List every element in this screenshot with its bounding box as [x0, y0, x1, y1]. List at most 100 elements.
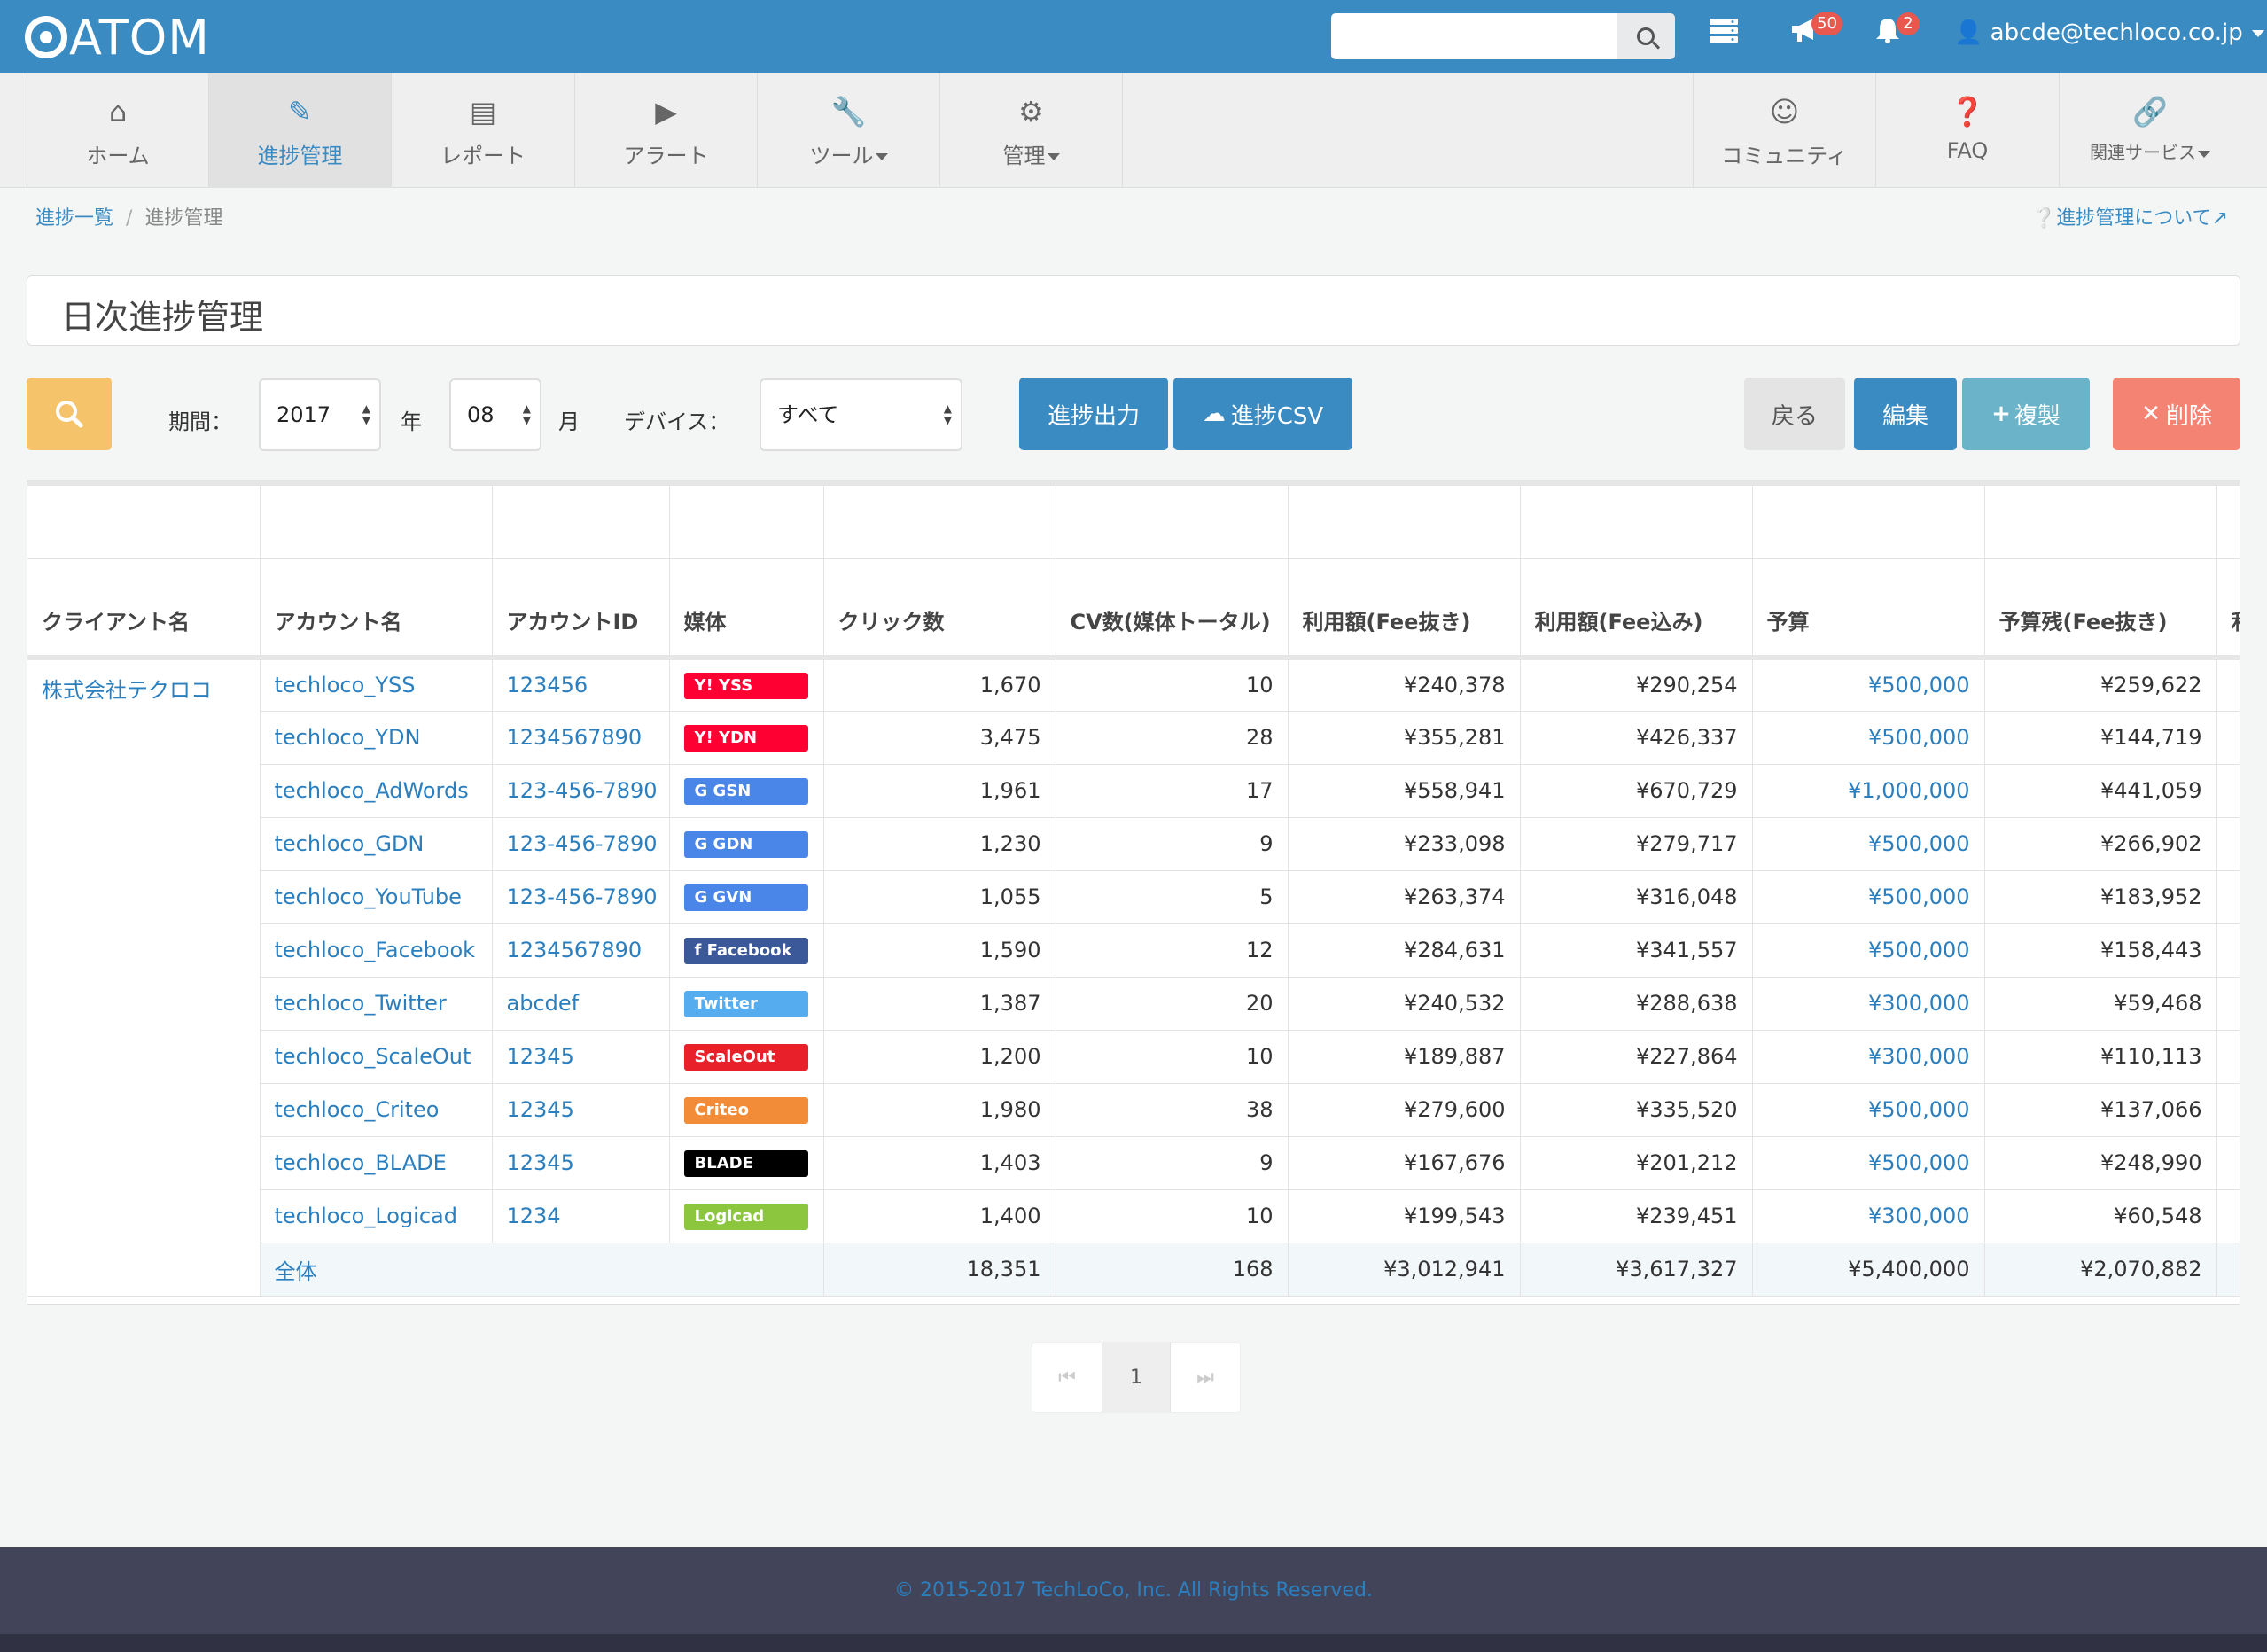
- account-name-link[interactable]: techloco_Facebook: [260, 923, 493, 978]
- budget-link[interactable]: ¥500,000: [1752, 1083, 1985, 1137]
- client-name-link[interactable]: 株式会社テクロコ: [27, 658, 261, 1297]
- nav-community[interactable]: ☺ コミュニティ: [1693, 73, 1875, 188]
- month-select[interactable]: 08 ▲ ▼: [449, 378, 541, 451]
- overflow-cell: [2216, 1083, 2240, 1137]
- budget-link[interactable]: ¥300,000: [1752, 1189, 1985, 1243]
- budget-link[interactable]: ¥500,000: [1752, 870, 1985, 924]
- clicks-cell: 1,400: [823, 1189, 1056, 1243]
- search-input[interactable]: [1331, 13, 1617, 59]
- account-id-link[interactable]: abcdef: [492, 977, 670, 1031]
- col-header[interactable]: CV数(媒体トータル): [1056, 558, 1289, 660]
- overflow-cell: [2216, 658, 2240, 712]
- col-header[interactable]: 利: [2216, 558, 2240, 660]
- clicks-cell: 3,475: [823, 711, 1056, 765]
- nav-faq[interactable]: ❓ FAQ: [1875, 73, 2059, 188]
- budget-link[interactable]: ¥500,000: [1752, 711, 1985, 765]
- overflow-cell: [2216, 1189, 2240, 1243]
- search-button[interactable]: [1617, 13, 1675, 59]
- account-name-link[interactable]: techloco_Logicad: [260, 1189, 493, 1243]
- account-name-link[interactable]: techloco_YDN: [260, 711, 493, 765]
- media-cell: Y! YSS: [669, 658, 824, 712]
- nav-alert[interactable]: ▶ アラート: [574, 73, 757, 188]
- breadcrumb: 進捗一覧 / 進捗管理: [35, 202, 222, 230]
- top-bar: ATOM 50 2 👤 abcde@techloco.co.jp: [0, 0, 2267, 73]
- col-header[interactable]: 予算残(Fee抜き): [1984, 558, 2217, 660]
- budget-link[interactable]: ¥500,000: [1752, 1136, 1985, 1190]
- nav-report[interactable]: ▤ レポート: [391, 73, 574, 188]
- col-header[interactable]: 利用額(Fee込み): [1520, 558, 1753, 660]
- nav-community-label: コミュニティ: [1721, 144, 1848, 168]
- clicks-cell: 1,387: [823, 977, 1056, 1031]
- edit-button[interactable]: 編集: [1854, 378, 1957, 450]
- budget-link[interactable]: ¥500,000: [1752, 658, 1985, 712]
- nav-services[interactable]: 🔗 関連サービス: [2059, 73, 2240, 188]
- spacer-cell: [2216, 486, 2240, 559]
- breadcrumb-parent-link[interactable]: 進捗一覧: [35, 207, 113, 230]
- account-id-link[interactable]: 123456: [492, 658, 670, 712]
- page-button[interactable]: 1: [1102, 1343, 1171, 1412]
- account-id-link[interactable]: 123-456-7890: [492, 764, 670, 818]
- megaphone-badge: 50: [1811, 12, 1842, 35]
- cost-fee-cell: ¥335,520: [1520, 1083, 1753, 1137]
- account-name-link[interactable]: techloco_Criteo: [260, 1083, 493, 1137]
- logo-text: ATOM: [69, 9, 210, 66]
- account-name-link[interactable]: techloco_AdWords: [260, 764, 493, 818]
- budget-link[interactable]: ¥500,000: [1752, 817, 1985, 871]
- account-id-link[interactable]: 12345: [492, 1083, 670, 1137]
- page-number: 1: [1130, 1366, 1142, 1389]
- budget-link[interactable]: ¥1,000,000: [1752, 764, 1985, 818]
- progress-csv-button[interactable]: ☁ 進捗CSV: [1173, 378, 1352, 450]
- year-select[interactable]: 2017 ▲ ▼: [259, 378, 381, 451]
- nav-tools[interactable]: 🔧 ツール: [757, 73, 939, 188]
- progress-output-button[interactable]: 進捗出力: [1019, 378, 1168, 450]
- account-id-link[interactable]: 12345: [492, 1136, 670, 1190]
- account-id-link[interactable]: 123-456-7890: [492, 817, 670, 871]
- col-header[interactable]: クリック数: [823, 558, 1056, 660]
- back-button[interactable]: 戻る: [1744, 378, 1845, 450]
- user-menu[interactable]: 👤 abcde@techloco.co.jp: [1954, 19, 2264, 46]
- account-name-link[interactable]: techloco_Twitter: [260, 977, 493, 1031]
- filter-search-button[interactable]: [27, 378, 112, 450]
- edit-icon: ✎: [288, 95, 312, 129]
- budget-link[interactable]: ¥300,000: [1752, 977, 1985, 1031]
- col-header[interactable]: アカウント名: [260, 558, 493, 660]
- col-header[interactable]: クライアント名: [27, 558, 261, 660]
- delete-button[interactable]: ✕ 削除: [2113, 378, 2240, 450]
- device-select[interactable]: すべて ▲ ▼: [760, 378, 962, 451]
- col-header[interactable]: 媒体: [669, 558, 824, 660]
- account-id-link[interactable]: 1234: [492, 1189, 670, 1243]
- table-row: techloco_Twitter abcdef Twitter 1,387 20 ¥240…: [27, 977, 2240, 1031]
- link-icon: 🔗: [2132, 95, 2168, 129]
- nav-progress[interactable]: ✎ 進捗管理: [208, 73, 391, 188]
- account-id-link[interactable]: 1234567890: [492, 711, 670, 765]
- account-name-link[interactable]: techloco_ScaleOut: [260, 1030, 493, 1084]
- first-page-button[interactable]: ⏮: [1032, 1343, 1102, 1412]
- nav-home[interactable]: ⌂ ホーム: [27, 73, 208, 188]
- atom-logo[interactable]: ATOM: [25, 9, 210, 66]
- last-page-button[interactable]: ⏭: [1171, 1343, 1240, 1412]
- account-name-link[interactable]: techloco_YSS: [260, 658, 493, 712]
- server-icon[interactable]: [1709, 16, 1739, 51]
- account-name-link[interactable]: techloco_YouTube: [260, 870, 493, 924]
- col-header[interactable]: 利用額(Fee抜き): [1288, 558, 1521, 660]
- cost-fee-cell: ¥290,254: [1520, 658, 1753, 712]
- remaining-budget-cell: ¥110,113: [1984, 1030, 2217, 1084]
- account-name-link[interactable]: techloco_BLADE: [260, 1136, 493, 1190]
- copy-button[interactable]: + 複製: [1962, 378, 2090, 450]
- account-id-link[interactable]: 12345: [492, 1030, 670, 1084]
- clicks-cell: 1,403: [823, 1136, 1056, 1190]
- account-id-link[interactable]: 123-456-7890: [492, 870, 670, 924]
- account-name-link[interactable]: techloco_GDN: [260, 817, 493, 871]
- nav-admin[interactable]: ⚙ 管理: [939, 73, 1123, 188]
- account-id-link[interactable]: 1234567890: [492, 923, 670, 978]
- total-label[interactable]: 全体: [260, 1243, 824, 1297]
- budget-link[interactable]: ¥300,000: [1752, 1030, 1985, 1084]
- table-row: techloco_Logicad 1234 Logicad 1,400 10 ¥199,5…: [27, 1189, 2240, 1243]
- title-panel: 日次進捗管理: [27, 275, 2240, 346]
- budget-link[interactable]: ¥500,000: [1752, 923, 1985, 978]
- col-header[interactable]: 予算: [1752, 558, 1985, 660]
- table-row: techloco_BLADE 12345 BLADE 1,403 9 ¥167,676 ¥2…: [27, 1136, 2240, 1190]
- about-link[interactable]: ❔進捗管理について↗: [2032, 202, 2228, 230]
- month-unit: 月: [558, 409, 580, 434]
- col-header[interactable]: アカウントID: [492, 558, 670, 660]
